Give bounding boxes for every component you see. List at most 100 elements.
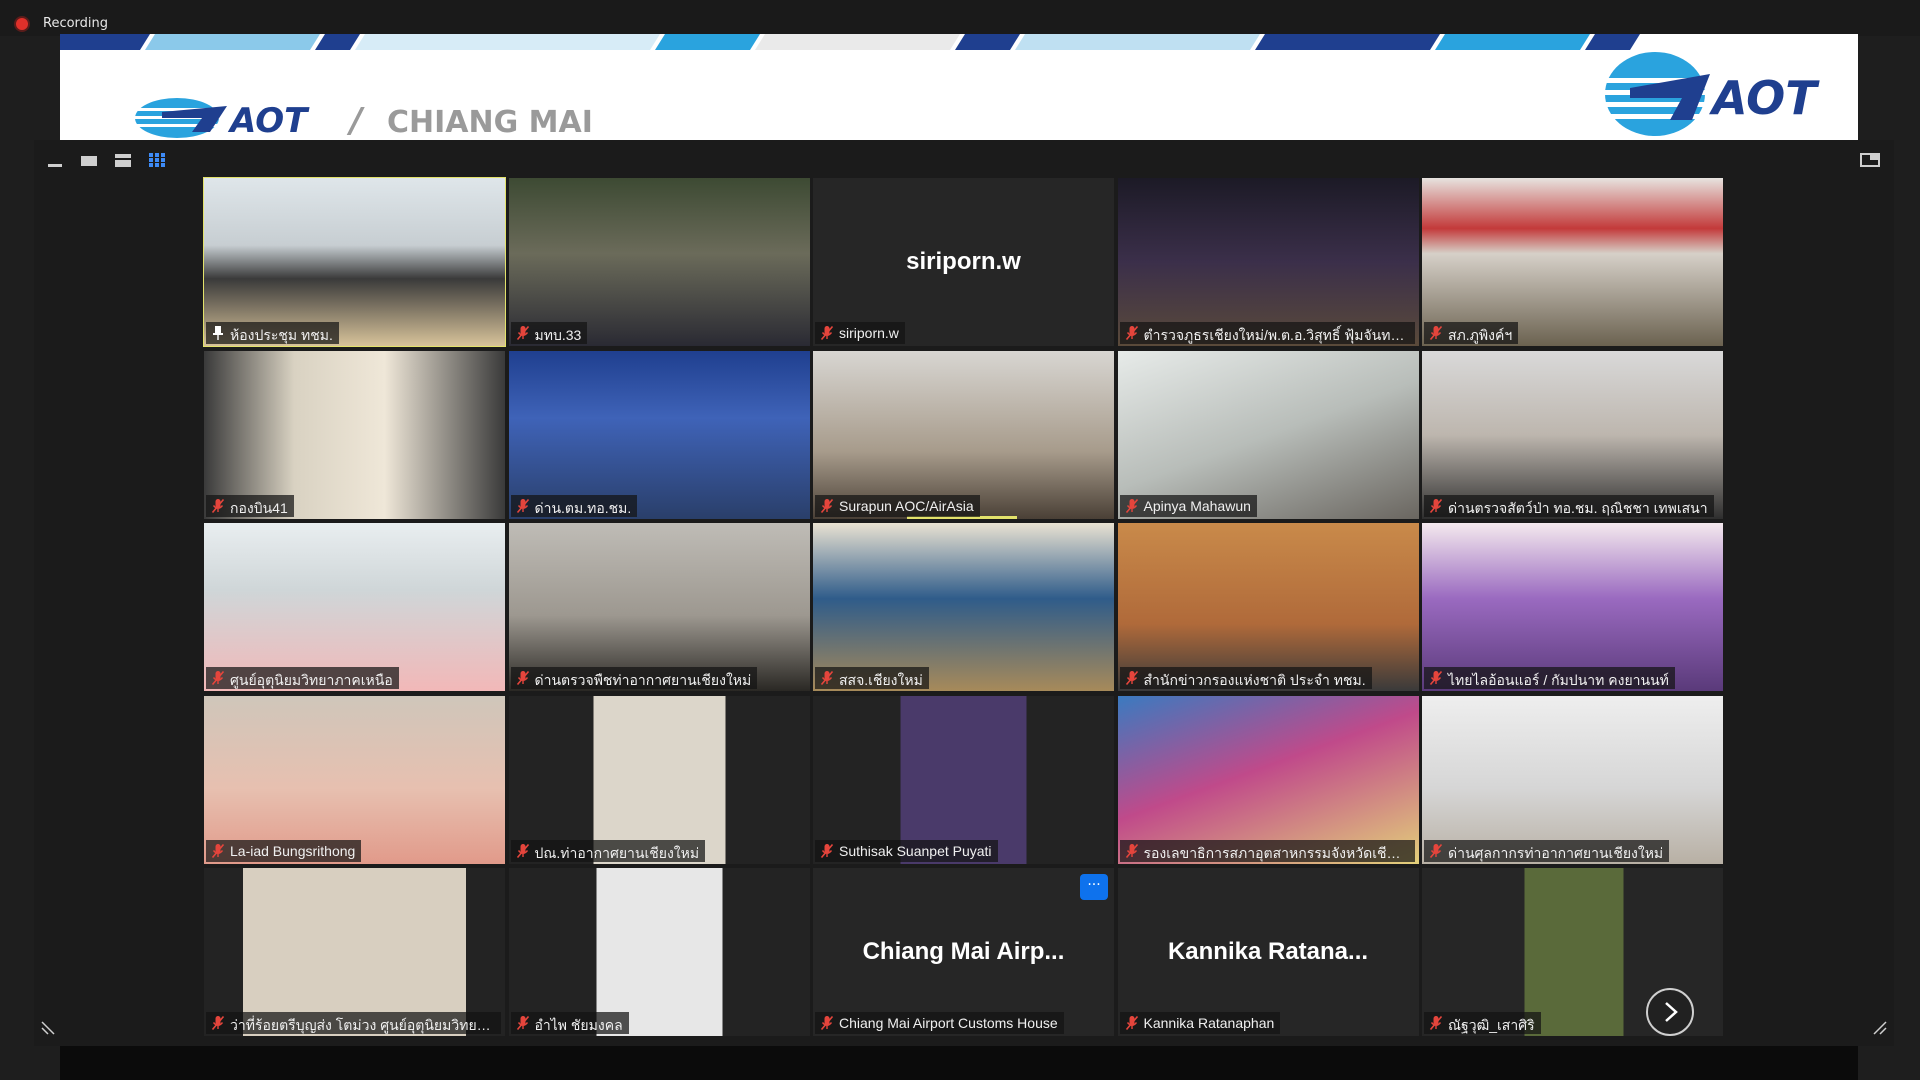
svg-text:CHIANG MAI: CHIANG MAI: [387, 105, 593, 140]
mic-muted-icon: [211, 1015, 225, 1031]
participant-name-tag: รองเลขาธิการสภาอุตสาหกรรมจังหวัดเชียงใ..…: [1119, 839, 1415, 862]
participant-name-tag: Apinya Mahawun: [1119, 494, 1257, 517]
aot-logo-icon: AOT / CHIANG MAI: [135, 98, 593, 140]
gallery-view-icon[interactable]: [148, 152, 166, 168]
participant-name-tag: Chiang Mai Airport Customs House: [815, 1012, 1064, 1034]
participant-grid: ห้องประชุม ทชม. มทบ.33 siriporn.w siriporn.…: [203, 177, 1724, 1036]
participant-name-tag: ด่าน.ตม.ทอ.ชม.: [510, 494, 638, 517]
participant-video: [1422, 178, 1723, 346]
participant-video: [204, 178, 505, 346]
participant-tile[interactable]: ไทยไลอ้อนแอร์ / กัมปนาท คงยานนท์: [1422, 523, 1723, 691]
participant-video: [1117, 178, 1419, 346]
mic-muted-icon: [820, 498, 834, 513]
resize-handle-icon[interactable]: [1872, 1020, 1888, 1040]
mic-muted-icon: [1125, 843, 1138, 858]
mic-muted-icon: [820, 843, 834, 858]
participant-name-tag: อำไพ ชัยมงคล: [510, 1012, 629, 1034]
participant-tile[interactable]: Suthisak Suanpet Puyati: [813, 695, 1114, 864]
participant-name-tag: ด่านตรวจสัตว์ป่า ทอ.ชม. ฤณิชชา เทพเสนา: [1424, 494, 1714, 517]
participant-name-tag: สภ.ภูพิงค์ฯ: [1424, 322, 1519, 344]
mic-muted-icon: [1429, 498, 1443, 513]
participant-name-tag: ว่าที่ร้อยตรีบุญส่ง โตม่วง ศูนย์อุตุนิยม…: [206, 1012, 501, 1034]
participant-name-tag: ไทยไลอ้อนแอร์ / กัมปนาท คงยานนท์: [1424, 667, 1675, 689]
participant-tile[interactable]: ด่าน.ตม.ทอ.ชม.: [508, 350, 810, 519]
more-options-button[interactable]: ···: [1080, 874, 1108, 900]
participant-tile[interactable]: siriporn.w siriporn.w: [813, 178, 1114, 346]
participant-tile[interactable]: Kannika Ratana... Kannika Ratanaphan: [1117, 868, 1419, 1036]
participant-video: [1117, 523, 1419, 691]
participant-video: [204, 350, 505, 519]
participant-name: ปณ.ท่าอากาศยานเชียงใหม่: [534, 844, 700, 861]
participant-tile[interactable]: อำไพ ชัยมงคล: [508, 868, 810, 1036]
participant-tile[interactable]: ปณ.ท่าอากาศยานเชียงใหม่: [508, 695, 810, 864]
participant-name: ว่าที่ร้อยตรีบุญส่ง โตม่วง ศูนย์อุตุนิยม…: [230, 1017, 501, 1033]
participant-tile[interactable]: Surapun AOC/AirAsia: [813, 350, 1114, 519]
participant-name-tag: ด่านตรวจพืชท่าอากาศยานเชียงใหม่: [510, 667, 758, 689]
banner-stripes: [60, 34, 1858, 50]
participant-name-tag: ห้องประชุม ทชม.: [206, 322, 339, 344]
participant-video: [508, 868, 810, 1036]
participant-name-tag: Suthisak Suanpet Puyati: [815, 839, 998, 862]
participant-tile[interactable]: มทบ.33: [508, 178, 810, 346]
participant-tile[interactable]: รองเลขาธิการสภาอุตสาหกรรมจังหวัดเชียงใ..…: [1117, 695, 1419, 864]
participant-tile[interactable]: ด่านตรวจพืชท่าอากาศยานเชียงใหม่: [508, 523, 810, 691]
participant-video: [508, 350, 810, 519]
participant-tile[interactable]: สภ.ภูพิงค์ฯ: [1422, 178, 1723, 346]
participant-tile[interactable]: ห้องประชุม ทชม.: [203, 177, 506, 347]
mic-muted-icon: [1429, 670, 1443, 686]
aot-logo-right: AOT: [1600, 44, 1850, 140]
thumbnail-icon[interactable]: [80, 152, 98, 168]
participant-tile[interactable]: ด่านตรวจสัตว์ป่า ทอ.ชม. ฤณิชชา เทพเสนา: [1422, 350, 1723, 519]
chevron-right-icon: [1665, 1002, 1678, 1022]
participant-name: มทบ.33: [534, 327, 582, 343]
next-page-button[interactable]: [1646, 988, 1694, 1036]
mic-muted-icon: [820, 325, 834, 341]
mic-muted-icon: [1429, 1015, 1443, 1031]
participant-name: ด่าน.ตม.ทอ.ชม.: [534, 499, 632, 516]
participant-tile[interactable]: Chiang Mai Airp... ··· Chiang Mai Airport …: [813, 868, 1114, 1036]
recording-icon: [16, 18, 28, 30]
participant-tile[interactable]: La-iad Bungsrithong: [204, 695, 505, 864]
speaker-view-icon[interactable]: [114, 152, 132, 168]
participant-name: Suthisak Suanpet Puyati: [839, 842, 992, 859]
mic-muted-icon: [211, 498, 225, 513]
svg-text:AOT: AOT: [227, 101, 310, 140]
participant-name: siriporn.w: [839, 325, 899, 341]
aot-logo-icon: AOT: [1605, 52, 1820, 136]
participant-name: Apinya Mahawun: [1143, 497, 1251, 514]
participant-display-name: Kannika Ratana...: [1167, 938, 1369, 965]
mic-muted-icon: [820, 670, 834, 686]
gallery-view: ห้องประชุม ทชม. มทบ.33 siriporn.w siriporn.…: [34, 140, 1894, 1046]
participant-tile[interactable]: ด่านศุลกากรท่าอากาศยานเชียงใหม่: [1422, 695, 1723, 864]
participant-tile[interactable]: ว่าที่ร้อยตรีบุญส่ง โตม่วง ศูนย์อุตุนิยม…: [204, 868, 505, 1036]
mic-muted-icon: [820, 1015, 834, 1031]
mic-muted-icon: [516, 325, 529, 341]
participant-name: Kannika Ratanaphan: [1143, 1015, 1275, 1031]
participant-name: ห้องประชุม ทชม.: [230, 327, 333, 343]
participant-tile[interactable]: ศูนย์อุตุนิยมวิทยาภาคเหนือ: [204, 523, 505, 691]
participant-video: [1422, 523, 1723, 691]
participant-name: สำนักข่าวกรองแห่งชาติ ประจำ ทชม.: [1143, 672, 1366, 688]
participant-name-tag: มทบ.33: [510, 322, 588, 344]
mic-muted-icon: [1429, 325, 1443, 341]
participant-name-tag: กองบิน41: [206, 494, 294, 517]
participant-tile[interactable]: Apinya Mahawun: [1117, 350, 1419, 519]
aot-chiang-mai-logo: AOT / CHIANG MAI: [132, 88, 652, 140]
zoom-meeting-window: Recording AOT / CHIANG MAI AOT ห้องประชุ…: [0, 0, 1920, 1080]
participant-tile[interactable]: กองบิน41: [204, 350, 505, 519]
participant-name: ศูนย์อุตุนิยมวิทยาภาคเหนือ: [230, 672, 393, 688]
participant-tile[interactable]: สสจ.เชียงใหม่: [813, 523, 1114, 691]
participant-video: [813, 523, 1114, 691]
svg-text:AOT: AOT: [1709, 71, 1820, 125]
participant-tile[interactable]: ตำรวจภูธรเชียงใหม่/พ.ต.อ.วิสุทธิ์ ฟุ้มจั…: [1117, 178, 1419, 346]
mic-muted-icon: [1125, 325, 1138, 341]
participant-name-tag: Surapun AOC/AirAsia: [815, 494, 980, 517]
resize-handle-icon[interactable]: [40, 1020, 56, 1040]
mic-muted-icon: [1125, 1015, 1138, 1031]
participant-tile[interactable]: สำนักข่าวกรองแห่งชาติ ประจำ ทชม.: [1117, 523, 1419, 691]
minimize-icon[interactable]: [46, 152, 64, 168]
participant-name-tag: ด่านศุลกากรท่าอากาศยานเชียงใหม่: [1424, 839, 1670, 862]
exit-fullscreen-icon[interactable]: [1860, 152, 1880, 168]
participant-video: [813, 350, 1114, 519]
bottom-edge: [60, 1046, 1858, 1080]
